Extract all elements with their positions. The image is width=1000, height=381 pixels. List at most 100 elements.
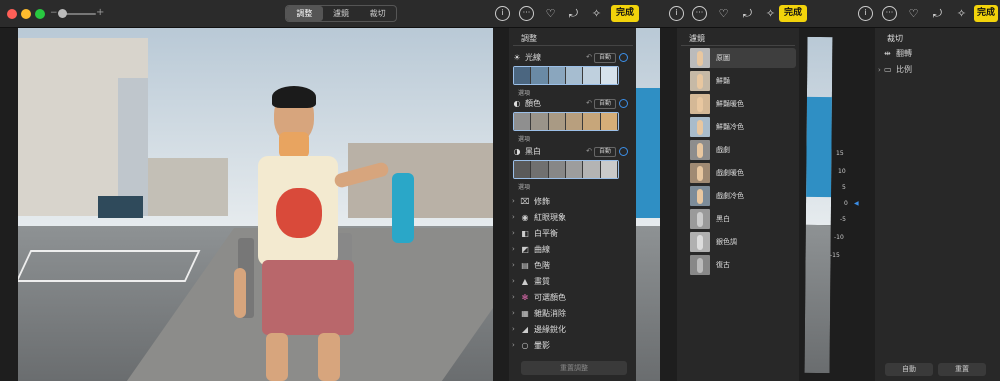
- options-toggle[interactable]: 選項: [518, 182, 530, 191]
- reset-adjustments-button[interactable]: 重置調整: [521, 361, 627, 375]
- tool-definition[interactable]: › ▲ 畫質: [512, 274, 630, 288]
- selective-color-icon: ✻: [521, 292, 529, 302]
- levels-icon: ▤: [521, 260, 529, 270]
- chevron-right-icon: ›: [512, 261, 515, 269]
- photo-child-leg: [318, 333, 340, 381]
- photo-road: [636, 225, 660, 381]
- definition-icon: ▲: [521, 276, 529, 286]
- rotate-icon[interactable]: ⤾: [566, 6, 581, 21]
- heart-icon[interactable]: ♡: [543, 6, 558, 21]
- auto-button[interactable]: 自動: [594, 99, 616, 109]
- zoom-slider-knob[interactable]: [58, 9, 67, 18]
- straighten-dial[interactable]: 15 10 5 0 -5 -10 -15 ◀: [818, 140, 859, 270]
- filter-dramatic-warm[interactable]: 戲劇暖色: [690, 163, 796, 183]
- edit-mode-segmented-control: 調整 濾鏡 裁切: [285, 5, 397, 22]
- divider: [513, 45, 633, 46]
- dial-tick-label: -10: [834, 234, 844, 241]
- color-slider-strip[interactable]: [513, 112, 619, 131]
- magic-wand-icon[interactable]: ✧: [763, 6, 778, 21]
- heart-icon[interactable]: ♡: [716, 6, 731, 21]
- tool-label: 可選顏色: [534, 292, 566, 302]
- filter-label: 原圖: [716, 54, 730, 62]
- filter-vivid[interactable]: 鮮豔: [690, 71, 796, 91]
- chevron-right-icon: ›: [512, 229, 515, 237]
- section-label: 顏色: [525, 99, 541, 108]
- tool-retouch[interactable]: › ⌧ 修飾: [512, 194, 630, 208]
- more-icon[interactable]: ···: [692, 6, 707, 21]
- tool-white-balance[interactable]: › ◧ 白平衡: [512, 226, 630, 240]
- tab-filters[interactable]: 濾鏡: [323, 6, 360, 21]
- magic-wand-icon[interactable]: ✧: [589, 6, 604, 21]
- options-toggle[interactable]: 選項: [518, 88, 530, 97]
- undo-icon[interactable]: ↶: [586, 147, 592, 155]
- undo-icon[interactable]: ↶: [586, 53, 592, 61]
- photo-road-marking: [18, 250, 201, 282]
- done-button[interactable]: 完成: [611, 5, 640, 22]
- tool-label: 曲線: [534, 244, 550, 254]
- filter-thumbnail: [690, 71, 710, 91]
- filter-thumbnail: [690, 140, 710, 160]
- filter-mono[interactable]: 黑白: [690, 209, 796, 229]
- options-toggle[interactable]: 選項: [518, 134, 530, 143]
- photo-canvas[interactable]: [18, 28, 493, 381]
- tool-levels[interactable]: › ▤ 色階: [512, 258, 630, 272]
- photo-canvas[interactable]: [636, 28, 660, 381]
- photo-child-mask: [279, 132, 309, 158]
- enable-toggle[interactable]: [619, 53, 628, 62]
- enable-toggle[interactable]: [619, 99, 628, 108]
- filter-vivid-cool[interactable]: 鮮豔冷色: [690, 117, 796, 137]
- filter-label: 戲劇: [716, 146, 730, 154]
- dial-tick-label: 0: [844, 200, 848, 207]
- more-icon[interactable]: ···: [882, 6, 897, 21]
- flip-button[interactable]: ⇹ 翻轉: [884, 48, 912, 59]
- photo-building: [148, 158, 228, 216]
- tool-label: 畫質: [534, 276, 550, 286]
- tool-red-eye[interactable]: › ◉ 紅眼現象: [512, 210, 630, 224]
- bw-slider-strip[interactable]: [513, 160, 619, 179]
- tool-selective-color[interactable]: › ✻ 可選顏色: [512, 290, 630, 304]
- info-icon[interactable]: i: [858, 6, 873, 21]
- toolbar: − + 調整 濾鏡 裁切 i ··· ♡ ⤾ ✧ 完成 i ··· ♡ ⤾ ✧ …: [0, 0, 1000, 28]
- aspect-ratio-button[interactable]: › ▭ 比例: [878, 64, 912, 75]
- tool-curves[interactable]: › ◩ 曲線: [512, 242, 630, 256]
- flip-label: 翻轉: [896, 49, 912, 58]
- tab-adjust[interactable]: 調整: [286, 6, 323, 21]
- auto-button[interactable]: 自動: [594, 53, 616, 63]
- filter-noir[interactable]: 復古: [690, 255, 796, 275]
- filter-original[interactable]: 原圖: [690, 48, 796, 68]
- vignette-icon: ○: [521, 340, 529, 350]
- filter-silvertone[interactable]: 銀色調: [690, 232, 796, 252]
- filter-vivid-warm[interactable]: 鮮豔暖色: [690, 94, 796, 114]
- light-slider-strip[interactable]: [513, 66, 619, 85]
- sharpen-icon: ◢: [521, 324, 529, 334]
- more-icon[interactable]: ···: [519, 6, 534, 21]
- magic-wand-icon[interactable]: ✧: [954, 6, 969, 21]
- crop-auto-button[interactable]: 自動: [885, 363, 933, 376]
- tool-vignette[interactable]: › ○ 暈影: [512, 338, 630, 352]
- tool-sharpen[interactable]: › ◢ 邊緣銳化: [512, 322, 630, 336]
- filter-label: 銀色調: [716, 238, 737, 246]
- sun-icon: ☀: [513, 53, 521, 62]
- info-icon[interactable]: i: [495, 6, 510, 21]
- close-window-button[interactable]: [7, 9, 17, 19]
- tool-noise-reduction[interactable]: › ▦ 雜點消除: [512, 306, 630, 320]
- done-button[interactable]: 完成: [974, 5, 999, 22]
- filter-dramatic-cool[interactable]: 戲劇冷色: [690, 186, 796, 206]
- undo-icon[interactable]: ↶: [586, 99, 592, 107]
- filter-thumbnail: [690, 186, 710, 206]
- tab-crop[interactable]: 裁切: [359, 6, 396, 21]
- filter-dramatic[interactable]: 戲劇: [690, 140, 796, 160]
- zoom-window-button[interactable]: [35, 9, 45, 19]
- filter-label: 戲劇冷色: [716, 192, 744, 200]
- photo-child-arm: [234, 268, 246, 318]
- info-icon[interactable]: i: [669, 6, 684, 21]
- auto-button[interactable]: 自動: [594, 147, 616, 157]
- heart-icon[interactable]: ♡: [906, 6, 921, 21]
- enable-toggle[interactable]: [619, 147, 628, 156]
- rotate-icon[interactable]: ⤾: [740, 6, 755, 21]
- filter-thumbnail: [690, 163, 710, 183]
- done-button[interactable]: 完成: [779, 5, 808, 22]
- crop-reset-button[interactable]: 重置: [938, 363, 986, 376]
- minimize-window-button[interactable]: [21, 9, 31, 19]
- rotate-icon[interactable]: ⤾: [930, 6, 945, 21]
